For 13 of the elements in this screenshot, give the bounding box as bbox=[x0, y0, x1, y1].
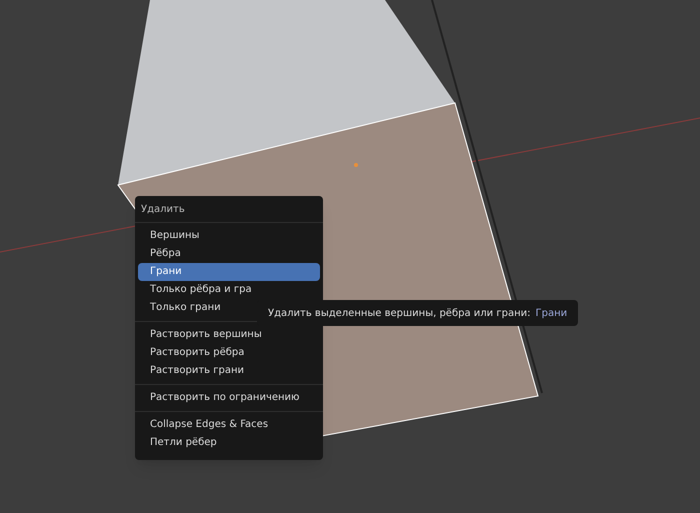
tooltip-text: Удалить выделенные вершины, рёбра или грани: bbox=[268, 306, 530, 320]
menu-item[interactable]: Грани bbox=[138, 263, 320, 281]
menu-item[interactable]: Вершины bbox=[138, 227, 320, 245]
menu-item[interactable]: Растворить по ограничению bbox=[138, 389, 320, 407]
menu-item[interactable]: Растворить вершины bbox=[138, 326, 320, 344]
menu-item[interactable]: Растворить грани bbox=[138, 362, 320, 380]
menu-item[interactable]: Только рёбра и гра bbox=[138, 281, 320, 299]
menu-item[interactable]: Рёбра bbox=[138, 245, 320, 263]
menu-item[interactable]: Collapse Edges & Faces bbox=[138, 416, 320, 434]
tooltip-value: Грани bbox=[536, 306, 568, 320]
menu-item[interactable]: Растворить рёбра bbox=[138, 344, 320, 362]
menu-title: Удалить bbox=[140, 203, 186, 217]
menu-item[interactable]: Петли рёбер bbox=[138, 434, 320, 452]
